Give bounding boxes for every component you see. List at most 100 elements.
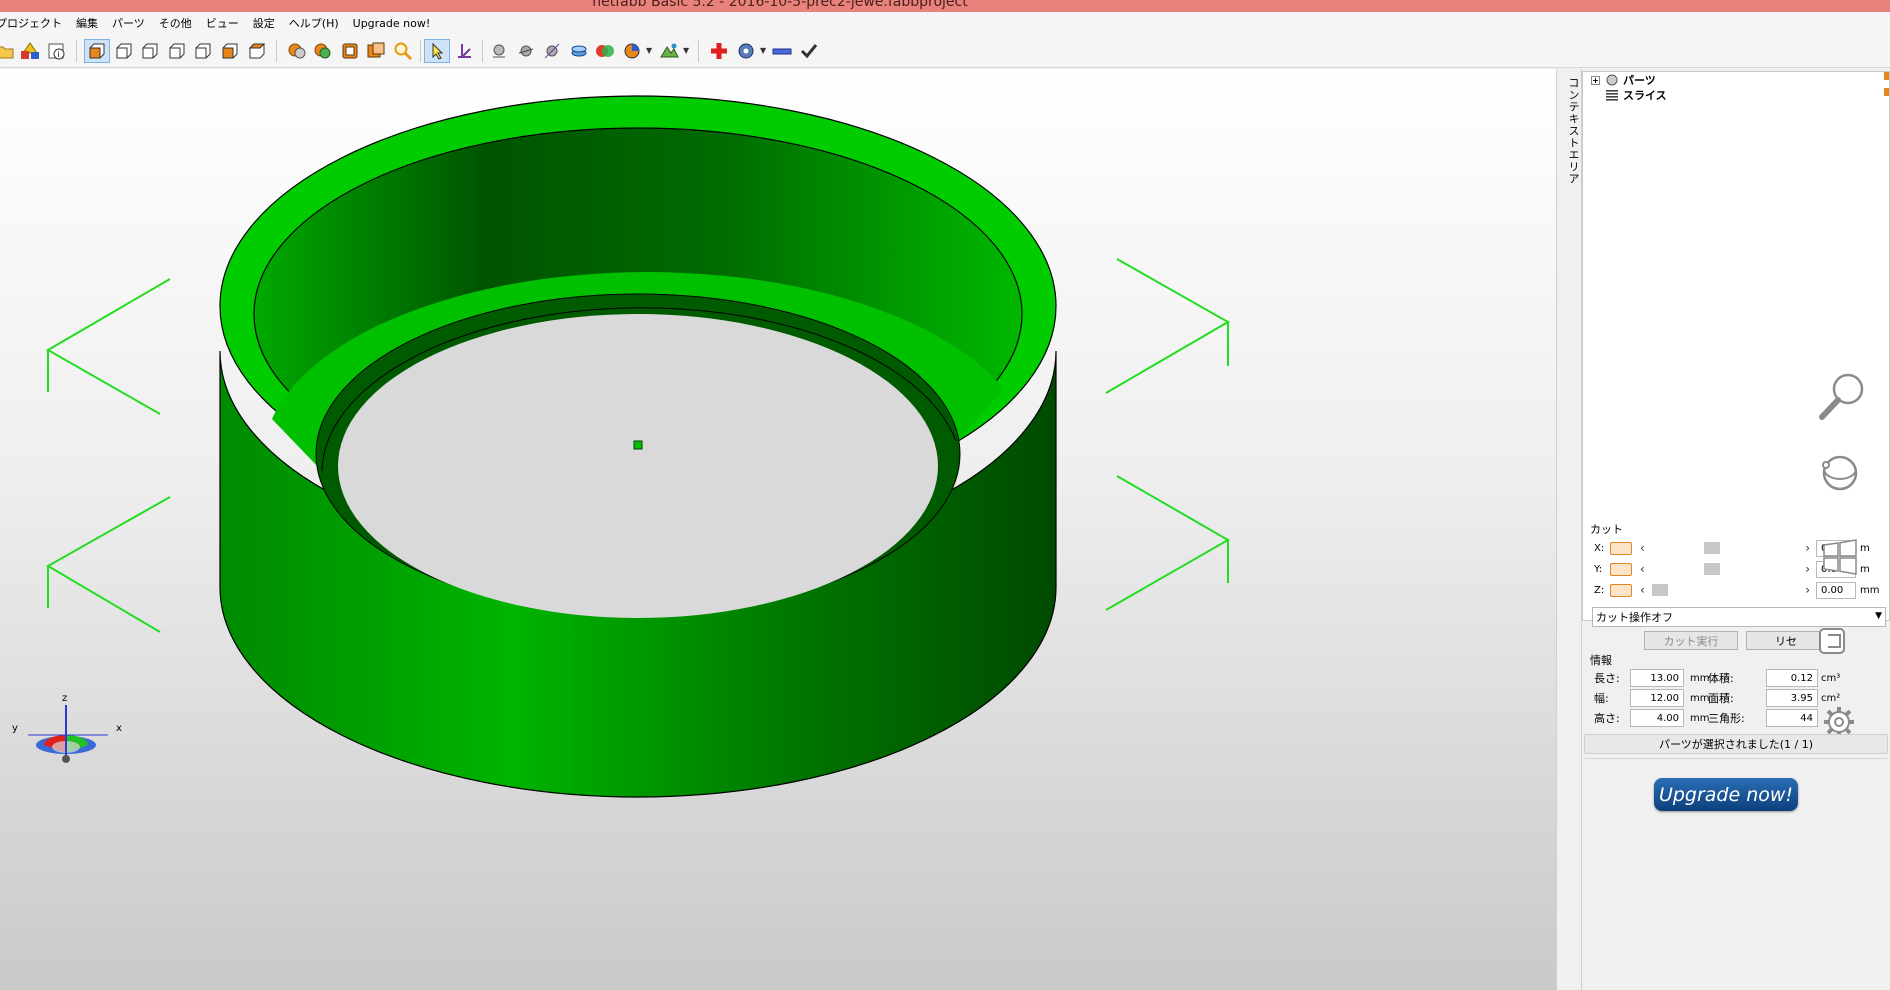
view-back-icon[interactable]: [137, 39, 163, 63]
tree-item-label: パーツ: [1623, 74, 1656, 87]
check-icon[interactable]: [796, 39, 822, 63]
info-length-row: 長さ: 13.00 mm: [1594, 669, 1710, 687]
windows-logo-icon[interactable]: [1820, 537, 1860, 577]
select-cursor-icon[interactable]: [424, 39, 450, 63]
view-top-icon[interactable]: [217, 39, 243, 63]
terrain-icon[interactable]: [656, 39, 682, 63]
marker-icon: [1884, 72, 1889, 80]
move-axis-icon[interactable]: [451, 39, 477, 63]
sphere-cut-icon[interactable]: [513, 39, 539, 63]
menu-other[interactable]: その他: [152, 15, 199, 31]
menu-parts[interactable]: パーツ: [105, 15, 152, 31]
length-unit: mm: [1690, 672, 1710, 684]
cut-z-value[interactable]: 0.00: [1816, 581, 1856, 599]
tree-item-parts[interactable]: + パーツ: [1591, 72, 1656, 88]
chevron-down-icon[interactable]: ▼: [683, 46, 689, 55]
pie-color-icon[interactable]: [619, 39, 645, 63]
width-label: 幅:: [1594, 692, 1609, 705]
window-title: netfabb Basic 5.2 - 2016-10-5-prec2-jewe…: [592, 0, 968, 10]
cut-section-title: カット: [1590, 523, 1623, 536]
cut-z-slider-thumb[interactable]: [1652, 584, 1668, 596]
cut-x-label: X:: [1594, 542, 1605, 554]
marker-icon: [1884, 88, 1889, 96]
menu-help[interactable]: ヘルプ(H): [282, 15, 346, 31]
zoom-magnifier-icon[interactable]: [1810, 369, 1870, 429]
view-iso-icon[interactable]: [84, 39, 110, 63]
axis-z-label: z: [62, 693, 68, 704]
measure-icon[interactable]: [539, 39, 565, 63]
analysis-icon[interactable]: [310, 39, 336, 63]
layers-icon[interactable]: [566, 39, 592, 63]
cut-y-unit: m: [1860, 563, 1870, 575]
cut-x-slider-thumb[interactable]: [1704, 542, 1720, 554]
ruler-icon[interactable]: [769, 39, 795, 63]
menu-project[interactable]: プロジェクト: [0, 15, 69, 31]
cut-x-unit: m: [1860, 542, 1870, 554]
context-area-tab[interactable]: コンテキストエリア: [1562, 69, 1582, 990]
sphere-icon[interactable]: [486, 39, 512, 63]
width-value: 12.00: [1630, 689, 1684, 707]
rotate-view-icon[interactable]: [1816, 449, 1864, 497]
triangles-label: 三角形:: [1708, 712, 1745, 725]
cut-y-slider-thumb[interactable]: [1704, 563, 1720, 575]
open-folder-icon[interactable]: [0, 39, 18, 63]
menu-view[interactable]: ビュー: [199, 15, 246, 31]
view-bottom-icon[interactable]: [244, 39, 270, 63]
svg-text:i: i: [58, 50, 60, 59]
chevron-down-icon[interactable]: ▼: [646, 46, 652, 55]
upgrade-now-button[interactable]: Upgrade now!: [1654, 778, 1798, 811]
shell-icon[interactable]: [337, 39, 363, 63]
chevron-down-icon[interactable]: ▼: [760, 46, 766, 55]
parts-icon: [1606, 74, 1618, 86]
spheres-color-icon[interactable]: [592, 39, 618, 63]
cut-z-label: Z:: [1594, 584, 1605, 596]
cut-z-color[interactable]: [1610, 583, 1632, 597]
height-unit: mm: [1690, 712, 1710, 724]
view-left-icon[interactable]: [164, 39, 190, 63]
axis-gizmo: [28, 705, 108, 763]
context-area-label: コンテキストエリア: [1567, 77, 1580, 185]
cut-x-color[interactable]: [1610, 541, 1632, 555]
context-panel: + パーツ スライス カット X: ‹› 0 m Y: ‹› 0.0 m Z: …: [1582, 69, 1890, 990]
volume-value: 0.12: [1766, 669, 1818, 687]
volume-label: 体積:: [1708, 672, 1734, 685]
info-width-row: 幅: 12.00 mm: [1594, 689, 1710, 707]
width-unit: mm: [1690, 692, 1710, 704]
selection-status: パーツが選択されました(1 / 1): [1584, 734, 1888, 754]
cut-y-color[interactable]: [1610, 562, 1632, 576]
boolean-icon[interactable]: [363, 39, 389, 63]
menu-upgrade[interactable]: Upgrade now!: [346, 17, 438, 30]
axis-x-label: x: [116, 723, 122, 734]
disk-icon[interactable]: [733, 39, 759, 63]
repair-icon[interactable]: [284, 39, 310, 63]
cut-y-slider[interactable]: ‹ ›: [1640, 562, 1810, 576]
info-section-title: 情報: [1590, 654, 1612, 667]
tree-item-slices[interactable]: スライス: [1605, 87, 1667, 103]
slices-icon: [1606, 90, 1618, 101]
3d-viewport[interactable]: z y x: [0, 69, 1556, 990]
toolbar: i ▼ ▼ ▼: [0, 34, 1890, 68]
view-front-icon[interactable]: [111, 39, 137, 63]
part-info-icon[interactable]: i: [44, 39, 70, 63]
expand-icon[interactable]: +: [1591, 75, 1600, 85]
menu-bar: プロジェクト 編集 パーツ その他 ビュー 設定 ヘルプ(H) Upgrade …: [0, 12, 1890, 34]
triangles-value: 44: [1766, 709, 1818, 727]
cut-execute-button[interactable]: カット実行: [1644, 631, 1738, 650]
cut-x-slider[interactable]: ‹ ›: [1640, 541, 1810, 555]
info-triangles-row: 三角形: 44: [1708, 709, 1818, 727]
view-right-icon[interactable]: [190, 39, 216, 63]
cut-y-label: Y:: [1594, 563, 1603, 575]
ring-model[interactable]: [219, 95, 1057, 798]
cut-z-row: Z: ‹ › 0.00 mm: [1594, 581, 1879, 599]
volume-unit: cm³: [1821, 672, 1841, 684]
cut-z-unit: mm: [1860, 584, 1880, 596]
pan-hand-icon[interactable]: [1814, 623, 1850, 659]
add-icon[interactable]: [706, 39, 732, 63]
axis-y-label: y: [12, 723, 18, 734]
height-label: 高さ:: [1594, 712, 1620, 725]
search-icon[interactable]: [390, 39, 416, 63]
menu-edit[interactable]: 編集: [69, 15, 105, 31]
menu-settings[interactable]: 設定: [246, 15, 282, 31]
add-shapes-icon[interactable]: [17, 39, 43, 63]
cut-z-slider[interactable]: ‹ ›: [1640, 583, 1810, 597]
